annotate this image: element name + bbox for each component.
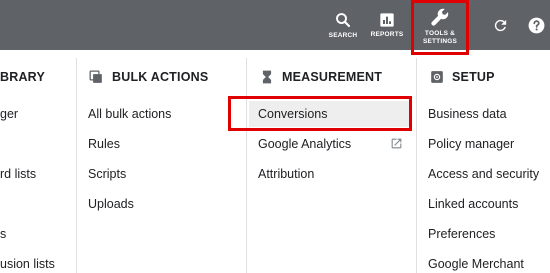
refresh-button[interactable] <box>488 0 512 50</box>
reports-icon <box>380 12 394 27</box>
bulk-actions-item[interactable]: Rules <box>88 137 120 151</box>
library-item[interactable]: rd lists <box>0 167 36 181</box>
tools-settings-highlight-box <box>411 0 469 55</box>
conversions-highlight-box <box>228 96 412 131</box>
library-heading: BRARY <box>0 70 45 84</box>
help-button[interactable] <box>524 0 548 50</box>
search-label: SEARCH <box>328 31 358 39</box>
hourglass-icon <box>262 70 272 84</box>
library-column: BRARY ger rd lists s usion lists <box>0 50 76 273</box>
open-external-icon[interactable] <box>390 137 403 150</box>
refresh-icon <box>494 19 506 31</box>
reports-button[interactable]: REPORTS <box>369 0 405 50</box>
bulk-actions-heading: BULK ACTIONS <box>112 70 209 84</box>
setup-gear-icon <box>431 71 443 83</box>
setup-item[interactable]: Preferences <box>428 227 495 241</box>
bulk-actions-item[interactable]: Scripts <box>88 167 126 181</box>
measurement-heading: MEASUREMENT <box>282 70 383 84</box>
bulk-actions-item[interactable]: Uploads <box>88 197 134 211</box>
setup-heading: SETUP <box>452 70 495 84</box>
bulk-actions-column: BULK ACTIONS All bulk actions Rules Scri… <box>77 50 246 273</box>
reports-label: REPORTS <box>370 30 404 38</box>
bulk-actions-icon <box>89 70 102 83</box>
help-icon <box>528 17 544 33</box>
setup-item[interactable]: Google Merchant <box>428 257 524 271</box>
library-item[interactable]: ger <box>0 107 18 121</box>
search-button[interactable]: SEARCH <box>326 0 360 50</box>
setup-item[interactable]: Business data <box>428 107 507 121</box>
attribution-link[interactable]: Attribution <box>258 167 314 181</box>
bulk-actions-item[interactable]: All bulk actions <box>88 107 171 121</box>
google-analytics-link[interactable]: Google Analytics <box>258 137 351 151</box>
library-item[interactable]: usion lists <box>0 257 55 271</box>
measurement-column: MEASUREMENT Conversions Google Analytics… <box>247 50 416 273</box>
setup-item[interactable]: Access and security <box>428 167 539 181</box>
setup-column: SETUP Business data Policy manager Acces… <box>417 50 550 273</box>
setup-item[interactable]: Linked accounts <box>428 197 518 211</box>
library-item[interactable]: s <box>0 227 6 241</box>
setup-item[interactable]: Policy manager <box>428 137 514 151</box>
search-icon <box>336 12 351 27</box>
